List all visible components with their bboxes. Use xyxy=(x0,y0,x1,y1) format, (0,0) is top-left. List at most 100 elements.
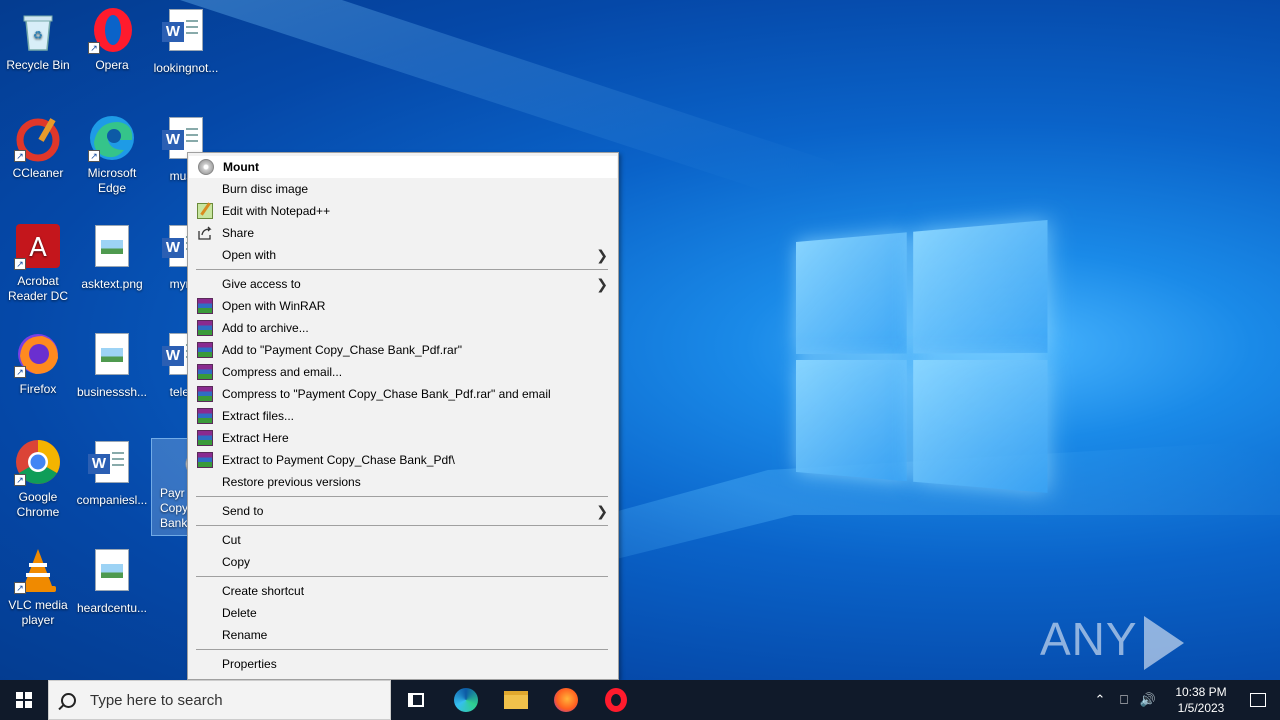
icon-label: Microsoft Edge xyxy=(87,166,137,195)
word-document-icon: W xyxy=(162,9,210,57)
desktop-icon-firefox[interactable]: ↗ Firefox xyxy=(0,330,76,397)
menu-item-copy[interactable]: Copy xyxy=(188,551,618,573)
notepadpp-icon xyxy=(197,203,213,219)
taskbar-edge-button[interactable] xyxy=(441,680,491,720)
notification-center-button[interactable] xyxy=(1236,693,1280,707)
volume-icon[interactable]: 🔊 xyxy=(1136,692,1160,708)
winrar-icon xyxy=(197,408,213,424)
desktop-icon-companiesl[interactable]: W companiesl... xyxy=(74,438,150,508)
taskbar-file-explorer-button[interactable] xyxy=(491,680,541,720)
disc-icon xyxy=(198,159,214,175)
winrar-icon xyxy=(197,452,213,468)
icon-label: heardcentu... xyxy=(76,601,148,615)
menu-item-share[interactable]: Share xyxy=(188,222,618,244)
icon-label: Acrobat Reader DC xyxy=(7,274,69,303)
menu-separator xyxy=(196,269,608,270)
desktop-icon-chrome[interactable]: ↗ Google Chrome xyxy=(0,438,76,520)
taskbar-firefox-button[interactable] xyxy=(541,680,591,720)
windows-logo-icon xyxy=(16,692,32,708)
opera-icon xyxy=(605,688,627,712)
menu-item-compress-rar-email[interactable]: Compress to "Payment Copy_Chase Bank_Pdf… xyxy=(188,383,618,405)
icon-label: companiesl... xyxy=(76,493,148,507)
image-file-icon xyxy=(88,549,136,597)
icon-label: Payr Copy_ Bank_P xyxy=(160,486,203,530)
icon-label: Google Chrome xyxy=(16,490,60,519)
menu-item-open-with[interactable]: Open with ❯ xyxy=(188,244,618,266)
menu-item-extract-here[interactable]: Extract Here xyxy=(188,427,618,449)
task-view-icon xyxy=(408,693,424,707)
winrar-icon xyxy=(197,320,213,336)
menu-separator xyxy=(196,576,608,577)
desktop-icon-heardcentu[interactable]: heardcentu... xyxy=(74,546,150,616)
edge-icon xyxy=(454,688,478,712)
chevron-right-icon: ❯ xyxy=(596,247,608,263)
image-file-icon xyxy=(88,333,136,381)
icon-label: lookingnot... xyxy=(153,61,219,75)
desktop-icon-lookingnot[interactable]: W lookingnot... xyxy=(148,6,224,76)
menu-item-send-to[interactable]: Send to ❯ xyxy=(188,500,618,522)
image-file-icon xyxy=(88,225,136,273)
windows-wallpaper-logo xyxy=(796,219,1048,500)
desktop-icon-acrobat[interactable]: A ↗ Acrobat Reader DC xyxy=(0,222,76,304)
chevron-up-icon[interactable]: ⌃ xyxy=(1088,692,1112,708)
icon-label: Recycle Bin xyxy=(6,58,70,72)
edge-icon: ↗ xyxy=(88,114,136,162)
notification-icon xyxy=(1250,693,1266,707)
desktop-icon-vlc[interactable]: ↗ VLC media player xyxy=(0,546,76,628)
desktop-icon-businessh[interactable]: businesssh... xyxy=(74,330,150,400)
system-tray: ⌃ ⎕ 🔊 10:38 PM 1/5/2023 xyxy=(1088,680,1280,720)
icon-label: CCleaner xyxy=(12,166,64,180)
opera-icon: ↗ xyxy=(88,6,136,54)
chevron-right-icon: ❯ xyxy=(596,276,608,292)
folder-icon xyxy=(504,691,528,709)
ccleaner-icon: ↗ xyxy=(14,114,62,162)
menu-item-add-archive[interactable]: Add to archive... xyxy=(188,317,618,339)
menu-item-create-shortcut[interactable]: Create shortcut xyxy=(188,580,618,602)
network-icon[interactable]: ⎕ xyxy=(1112,692,1136,708)
desktop-icon-recycle-bin[interactable]: ♻ Recycle Bin xyxy=(0,6,76,73)
vlc-icon: ↗ xyxy=(14,546,62,594)
menu-item-extract-files[interactable]: Extract files... xyxy=(188,405,618,427)
menu-item-add-to-rar[interactable]: Add to "Payment Copy_Chase Bank_Pdf.rar" xyxy=(188,339,618,361)
svg-text:♻: ♻ xyxy=(33,30,43,42)
winrar-icon xyxy=(197,430,213,446)
start-button[interactable] xyxy=(0,680,48,720)
menu-item-rename[interactable]: Rename xyxy=(188,624,618,646)
icon-label: VLC media player xyxy=(8,598,68,627)
menu-separator xyxy=(196,649,608,650)
play-icon xyxy=(1143,615,1184,670)
menu-item-extract-to[interactable]: Extract to Payment Copy_Chase Bank_Pdf\ xyxy=(188,449,618,471)
acrobat-icon: A ↗ xyxy=(14,222,62,270)
menu-item-edit-notepadpp[interactable]: Edit with Notepad++ xyxy=(188,200,618,222)
menu-item-give-access[interactable]: Give access to ❯ xyxy=(188,273,618,295)
firefox-icon: ↗ xyxy=(14,330,62,378)
winrar-icon xyxy=(197,298,213,314)
menu-item-delete[interactable]: Delete xyxy=(188,602,618,624)
share-icon xyxy=(197,225,213,241)
desktop-icon-opera[interactable]: ↗ Opera xyxy=(74,6,150,73)
taskbar-search-box[interactable]: Type here to search xyxy=(48,680,391,720)
menu-item-restore-versions[interactable]: Restore previous versions xyxy=(188,471,618,493)
desktop-icon-edge[interactable]: ↗ Microsoft Edge xyxy=(74,114,150,196)
menu-item-cut[interactable]: Cut xyxy=(188,529,618,551)
menu-separator xyxy=(196,496,608,497)
search-icon xyxy=(61,692,76,708)
icon-label: asktext.png xyxy=(81,277,143,291)
desktop-icon-ccleaner[interactable]: ↗ CCleaner xyxy=(0,114,76,181)
menu-item-compress-email[interactable]: Compress and email... xyxy=(188,361,618,383)
clock[interactable]: 10:38 PM 1/5/2023 xyxy=(1166,684,1236,716)
winrar-icon xyxy=(197,342,213,358)
menu-item-mount[interactable]: Mount xyxy=(189,156,617,178)
menu-item-burn-disc-image[interactable]: Burn disc image xyxy=(188,178,618,200)
chrome-icon: ↗ xyxy=(14,438,62,486)
menu-item-open-winrar[interactable]: Open with WinRAR xyxy=(188,295,618,317)
firefox-icon xyxy=(554,688,578,712)
icon-label: Opera xyxy=(95,58,129,72)
menu-item-properties[interactable]: Properties xyxy=(188,653,618,675)
task-view-button[interactable] xyxy=(391,680,441,720)
svg-text:A: A xyxy=(29,233,47,263)
desktop-icon-asktext[interactable]: asktext.png xyxy=(74,222,150,292)
icon-label: Firefox xyxy=(19,382,57,396)
context-menu: Mount Burn disc image Edit with Notepad+… xyxy=(187,152,619,680)
taskbar-opera-button[interactable] xyxy=(591,680,641,720)
